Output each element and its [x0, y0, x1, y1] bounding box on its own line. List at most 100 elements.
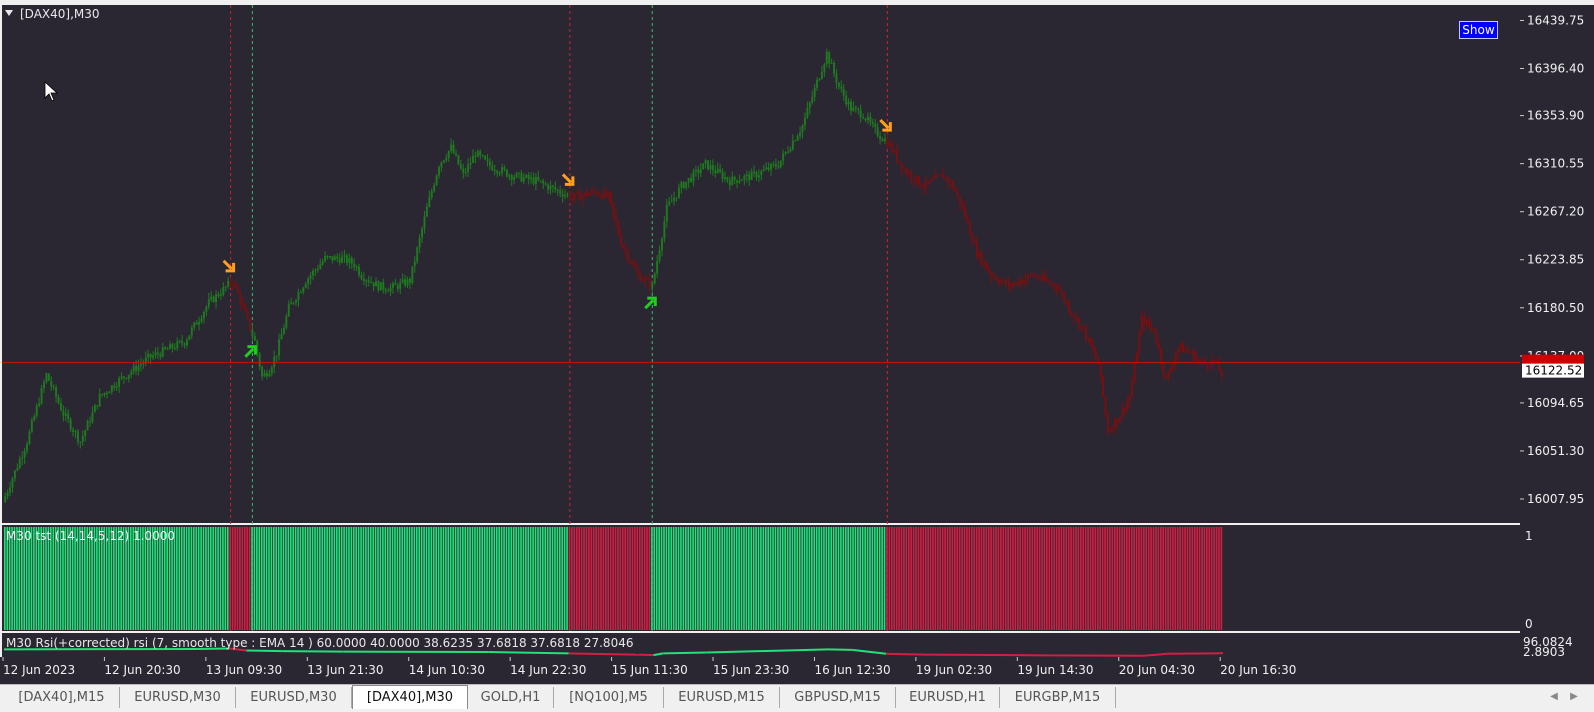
direction-bar — [288, 527, 290, 630]
candle-body — [218, 294, 220, 296]
direction-bar — [1208, 527, 1210, 630]
candle-body — [426, 207, 428, 217]
candle-body — [1199, 359, 1201, 360]
candle-body — [174, 348, 176, 349]
candle-body — [377, 281, 379, 290]
candle-body — [838, 83, 840, 87]
direction-bar — [780, 527, 782, 630]
tab-eurusd-m15[interactable]: EURUSD,M15 — [664, 687, 780, 708]
candle-body — [293, 303, 295, 304]
direction-bar — [554, 527, 556, 630]
candle-body — [722, 172, 724, 179]
tab-gold-h1[interactable]: GOLD,H1 — [468, 687, 554, 708]
candle-body — [651, 283, 653, 288]
direction-bar — [903, 527, 905, 630]
candle-body — [145, 357, 147, 362]
candle-body — [339, 258, 341, 262]
tabs-scroll-right-icon[interactable]: ▶ — [1566, 689, 1582, 705]
candle-body — [731, 177, 733, 185]
candle-body — [705, 160, 707, 163]
candle-body — [525, 175, 527, 177]
rsi-segment — [925, 655, 1046, 656]
candle-body — [179, 341, 181, 342]
direction-bar — [818, 527, 820, 630]
tab-eurgbp-m15[interactable]: EURGBP,M15 — [1000, 687, 1116, 708]
direction-bar — [547, 527, 549, 630]
price-panel[interactable] — [2, 5, 1520, 523]
candle-body — [516, 173, 518, 177]
candle-body — [242, 304, 244, 305]
direction-bar — [1141, 527, 1143, 630]
price-tick-label: 16267.20 — [1527, 205, 1584, 219]
candle-body — [496, 171, 498, 173]
candle-body — [152, 355, 154, 357]
direction-bar — [191, 527, 193, 630]
direction-bar — [956, 527, 958, 630]
candle-body — [724, 177, 726, 179]
candle-body — [986, 263, 988, 270]
candle-body — [891, 144, 893, 152]
direction-bar — [896, 527, 898, 630]
rsi-segment — [663, 652, 707, 653]
candle-body — [1221, 371, 1223, 377]
direction-bar — [239, 527, 241, 630]
direction-bar — [1204, 527, 1206, 630]
direction-bar — [620, 527, 622, 630]
candle-body — [954, 188, 956, 192]
candle-body — [533, 177, 535, 183]
time-tick-label: 16 Jun 12:30 — [814, 663, 890, 677]
show-button[interactable]: Show — [1459, 21, 1498, 39]
time-tick-label: 15 Jun 11:30 — [612, 663, 688, 677]
candle-body — [625, 248, 627, 251]
candle-body — [819, 79, 821, 80]
tab-eurusd-m30[interactable]: EURUSD,M30 — [120, 687, 236, 708]
direction-axis-top: 1 — [1525, 529, 1533, 543]
direction-bar — [496, 527, 498, 630]
tab-nq100-m5[interactable]: [NQ100],M5 — [554, 687, 664, 708]
direction-bar — [351, 527, 353, 630]
direction-bar — [486, 527, 488, 630]
direction-bar — [743, 527, 745, 630]
candle-body — [1194, 352, 1196, 361]
candle-body — [1071, 312, 1073, 315]
direction-bars — [4, 527, 1222, 630]
direction-bar — [195, 527, 197, 630]
time-tick-label: 13 Jun 09:30 — [206, 663, 282, 677]
candle-body — [1097, 358, 1099, 364]
direction-bar — [721, 527, 723, 630]
direction-bar — [724, 527, 726, 630]
direction-bar — [1099, 527, 1101, 630]
direction-bar — [1039, 527, 1041, 630]
direction-bar — [1065, 527, 1067, 630]
tab-eurusd-m30-2[interactable]: EURUSD,M30 — [236, 687, 352, 708]
tab-dax40-m15[interactable]: [DAX40],M15 — [4, 687, 120, 708]
direction-bar — [472, 527, 474, 630]
candle-body — [676, 198, 678, 199]
tab-eurusd-h1[interactable]: EURUSD,H1 — [896, 687, 1000, 708]
direction-bar — [188, 527, 190, 630]
direction-bar — [241, 527, 243, 630]
direction-bar — [251, 527, 253, 630]
candle-body — [1095, 351, 1097, 358]
candle-body — [780, 161, 782, 168]
direction-bar — [370, 527, 372, 630]
candle-body — [528, 175, 530, 179]
candle-body — [302, 288, 304, 292]
candle-body — [586, 192, 588, 196]
tabs-scroll-left-icon[interactable]: ◀ — [1546, 689, 1562, 705]
candle-body — [734, 177, 736, 180]
direction-bar — [617, 527, 619, 630]
direction-bar — [959, 527, 961, 630]
candle-body — [244, 305, 246, 311]
direction-bar — [1049, 527, 1051, 630]
candle-body — [465, 172, 467, 173]
direction-bar — [978, 527, 980, 630]
tab-gbpusd-m15[interactable]: GBPUSD,M15 — [780, 687, 896, 708]
tab-dax40-m30[interactable]: [DAX40],M30 — [352, 685, 468, 709]
direction-bar — [947, 527, 949, 630]
direction-bar — [569, 527, 571, 630]
candle-body — [363, 279, 365, 281]
direction-bar — [278, 527, 280, 630]
candle-body — [969, 222, 971, 235]
candle-body — [186, 340, 188, 345]
